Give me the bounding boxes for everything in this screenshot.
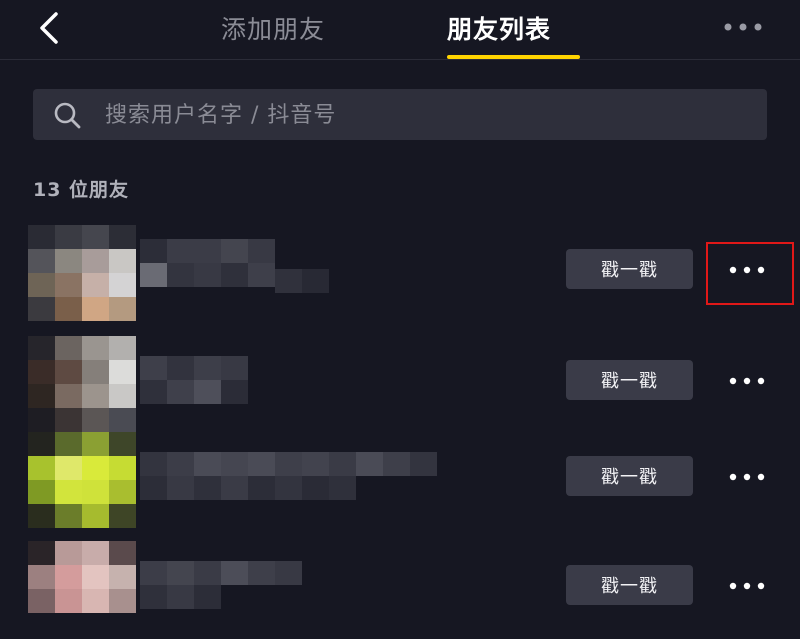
- avatar[interactable]: [28, 432, 136, 528]
- poke-button[interactable]: 戳一戳: [566, 360, 693, 400]
- poke-button[interactable]: 戳一戳: [566, 565, 693, 605]
- more-horizontal-icon: [729, 473, 765, 481]
- more-horizontal-icon: [729, 266, 765, 274]
- friend-name-redacted: [140, 446, 440, 506]
- avatar[interactable]: [28, 225, 136, 321]
- poke-button[interactable]: 戳一戳: [566, 249, 693, 289]
- more-horizontal-icon: [729, 377, 765, 385]
- search-input[interactable]: [103, 89, 747, 142]
- friend-name-redacted: [140, 555, 440, 615]
- more-horizontal-icon: [729, 582, 765, 590]
- top-more-button[interactable]: [716, 14, 772, 40]
- more-horizontal-icon: [724, 23, 762, 31]
- avatar[interactable]: [28, 541, 136, 637]
- friend-more-button[interactable]: [722, 370, 772, 392]
- friend-more-button[interactable]: [722, 575, 772, 597]
- avatar[interactable]: [28, 336, 136, 432]
- friend-row[interactable]: 戳一戳: [0, 225, 800, 323]
- friend-name-redacted: [140, 239, 440, 299]
- search-bar[interactable]: [33, 89, 767, 142]
- friend-name-redacted: [140, 350, 440, 410]
- tab-add-friends[interactable]: 添加朋友: [221, 10, 325, 46]
- friend-more-button[interactable]: [722, 466, 772, 488]
- tab-friends-list[interactable]: 朋友列表: [447, 10, 551, 46]
- friend-row[interactable]: 戳一戳: [0, 432, 800, 530]
- friend-more-button[interactable]: [722, 259, 772, 281]
- friend-row[interactable]: 戳一戳: [0, 336, 800, 434]
- friend-row[interactable]: 戳一戳: [0, 541, 800, 639]
- top-bar: 添加朋友 朋友列表: [0, 0, 800, 60]
- back-button[interactable]: [30, 8, 70, 48]
- poke-button[interactable]: 戳一戳: [566, 456, 693, 496]
- friend-count: 13 位朋友: [33, 179, 130, 201]
- search-icon: [54, 102, 81, 129]
- header-divider: [0, 59, 800, 60]
- chevron-left-icon: [40, 12, 58, 44]
